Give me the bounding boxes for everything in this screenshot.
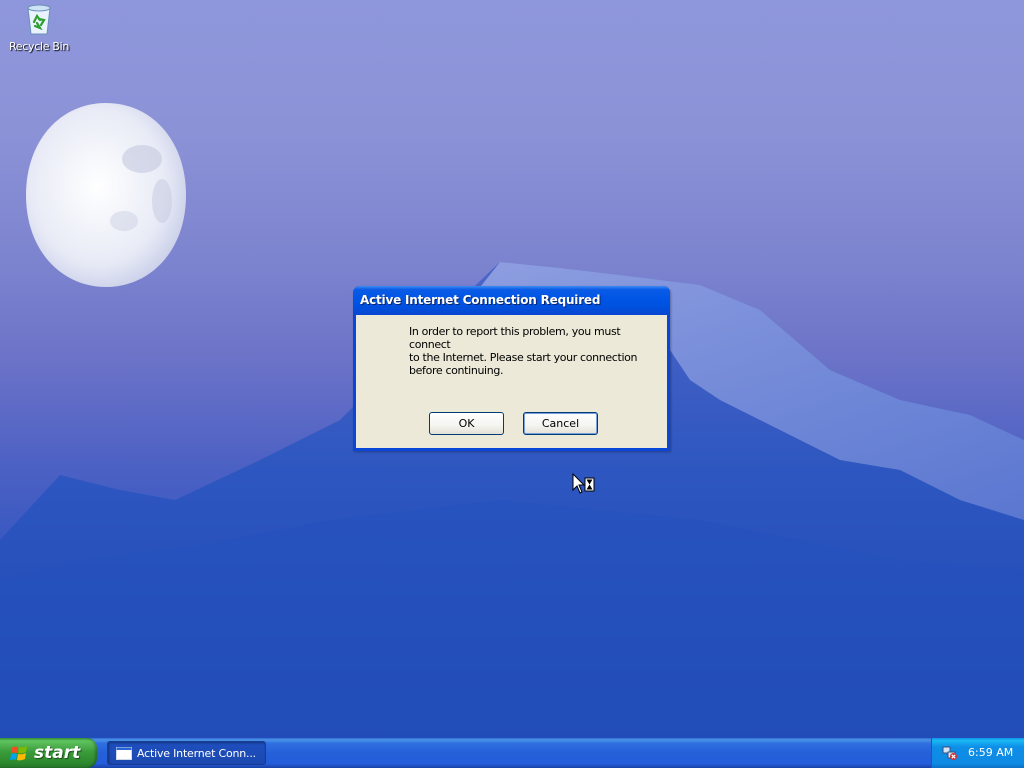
dialog-body: In order to report this problem, you mus… <box>356 315 667 448</box>
internet-connection-dialog: Active Internet Connection Required In o… <box>353 286 670 451</box>
dialog-message: In order to report this problem, you mus… <box>409 325 638 377</box>
dialog-title: Active Internet Connection Required <box>360 293 601 307</box>
cancel-button[interactable]: Cancel <box>523 412 598 435</box>
window-icon <box>116 747 132 760</box>
taskbar-item-label: Active Internet Conn... <box>137 747 256 760</box>
start-label: start <box>34 743 81 763</box>
network-disconnected-icon[interactable] <box>942 745 958 761</box>
taskbar-item-active-internet[interactable]: Active Internet Conn... <box>107 741 266 765</box>
taskbar-clock[interactable]: 6:59 AM <box>968 746 1013 759</box>
dialog-titlebar[interactable]: Active Internet Connection Required <box>353 286 670 315</box>
recycle-bin-icon <box>23 2 55 36</box>
desktop-icon-recycle-bin[interactable]: Recycle Bin <box>6 2 72 53</box>
taskbar: start Active Internet Conn... 6:59 AM <box>0 738 1024 768</box>
windows-logo-icon <box>10 746 27 761</box>
start-button[interactable]: start <box>0 738 97 768</box>
busy-cursor-icon <box>572 473 595 494</box>
system-tray: 6:59 AM <box>931 738 1024 768</box>
recycle-bin-label: Recycle Bin <box>8 40 70 53</box>
ok-button[interactable]: OK <box>429 412 504 435</box>
moon-image <box>26 103 186 287</box>
